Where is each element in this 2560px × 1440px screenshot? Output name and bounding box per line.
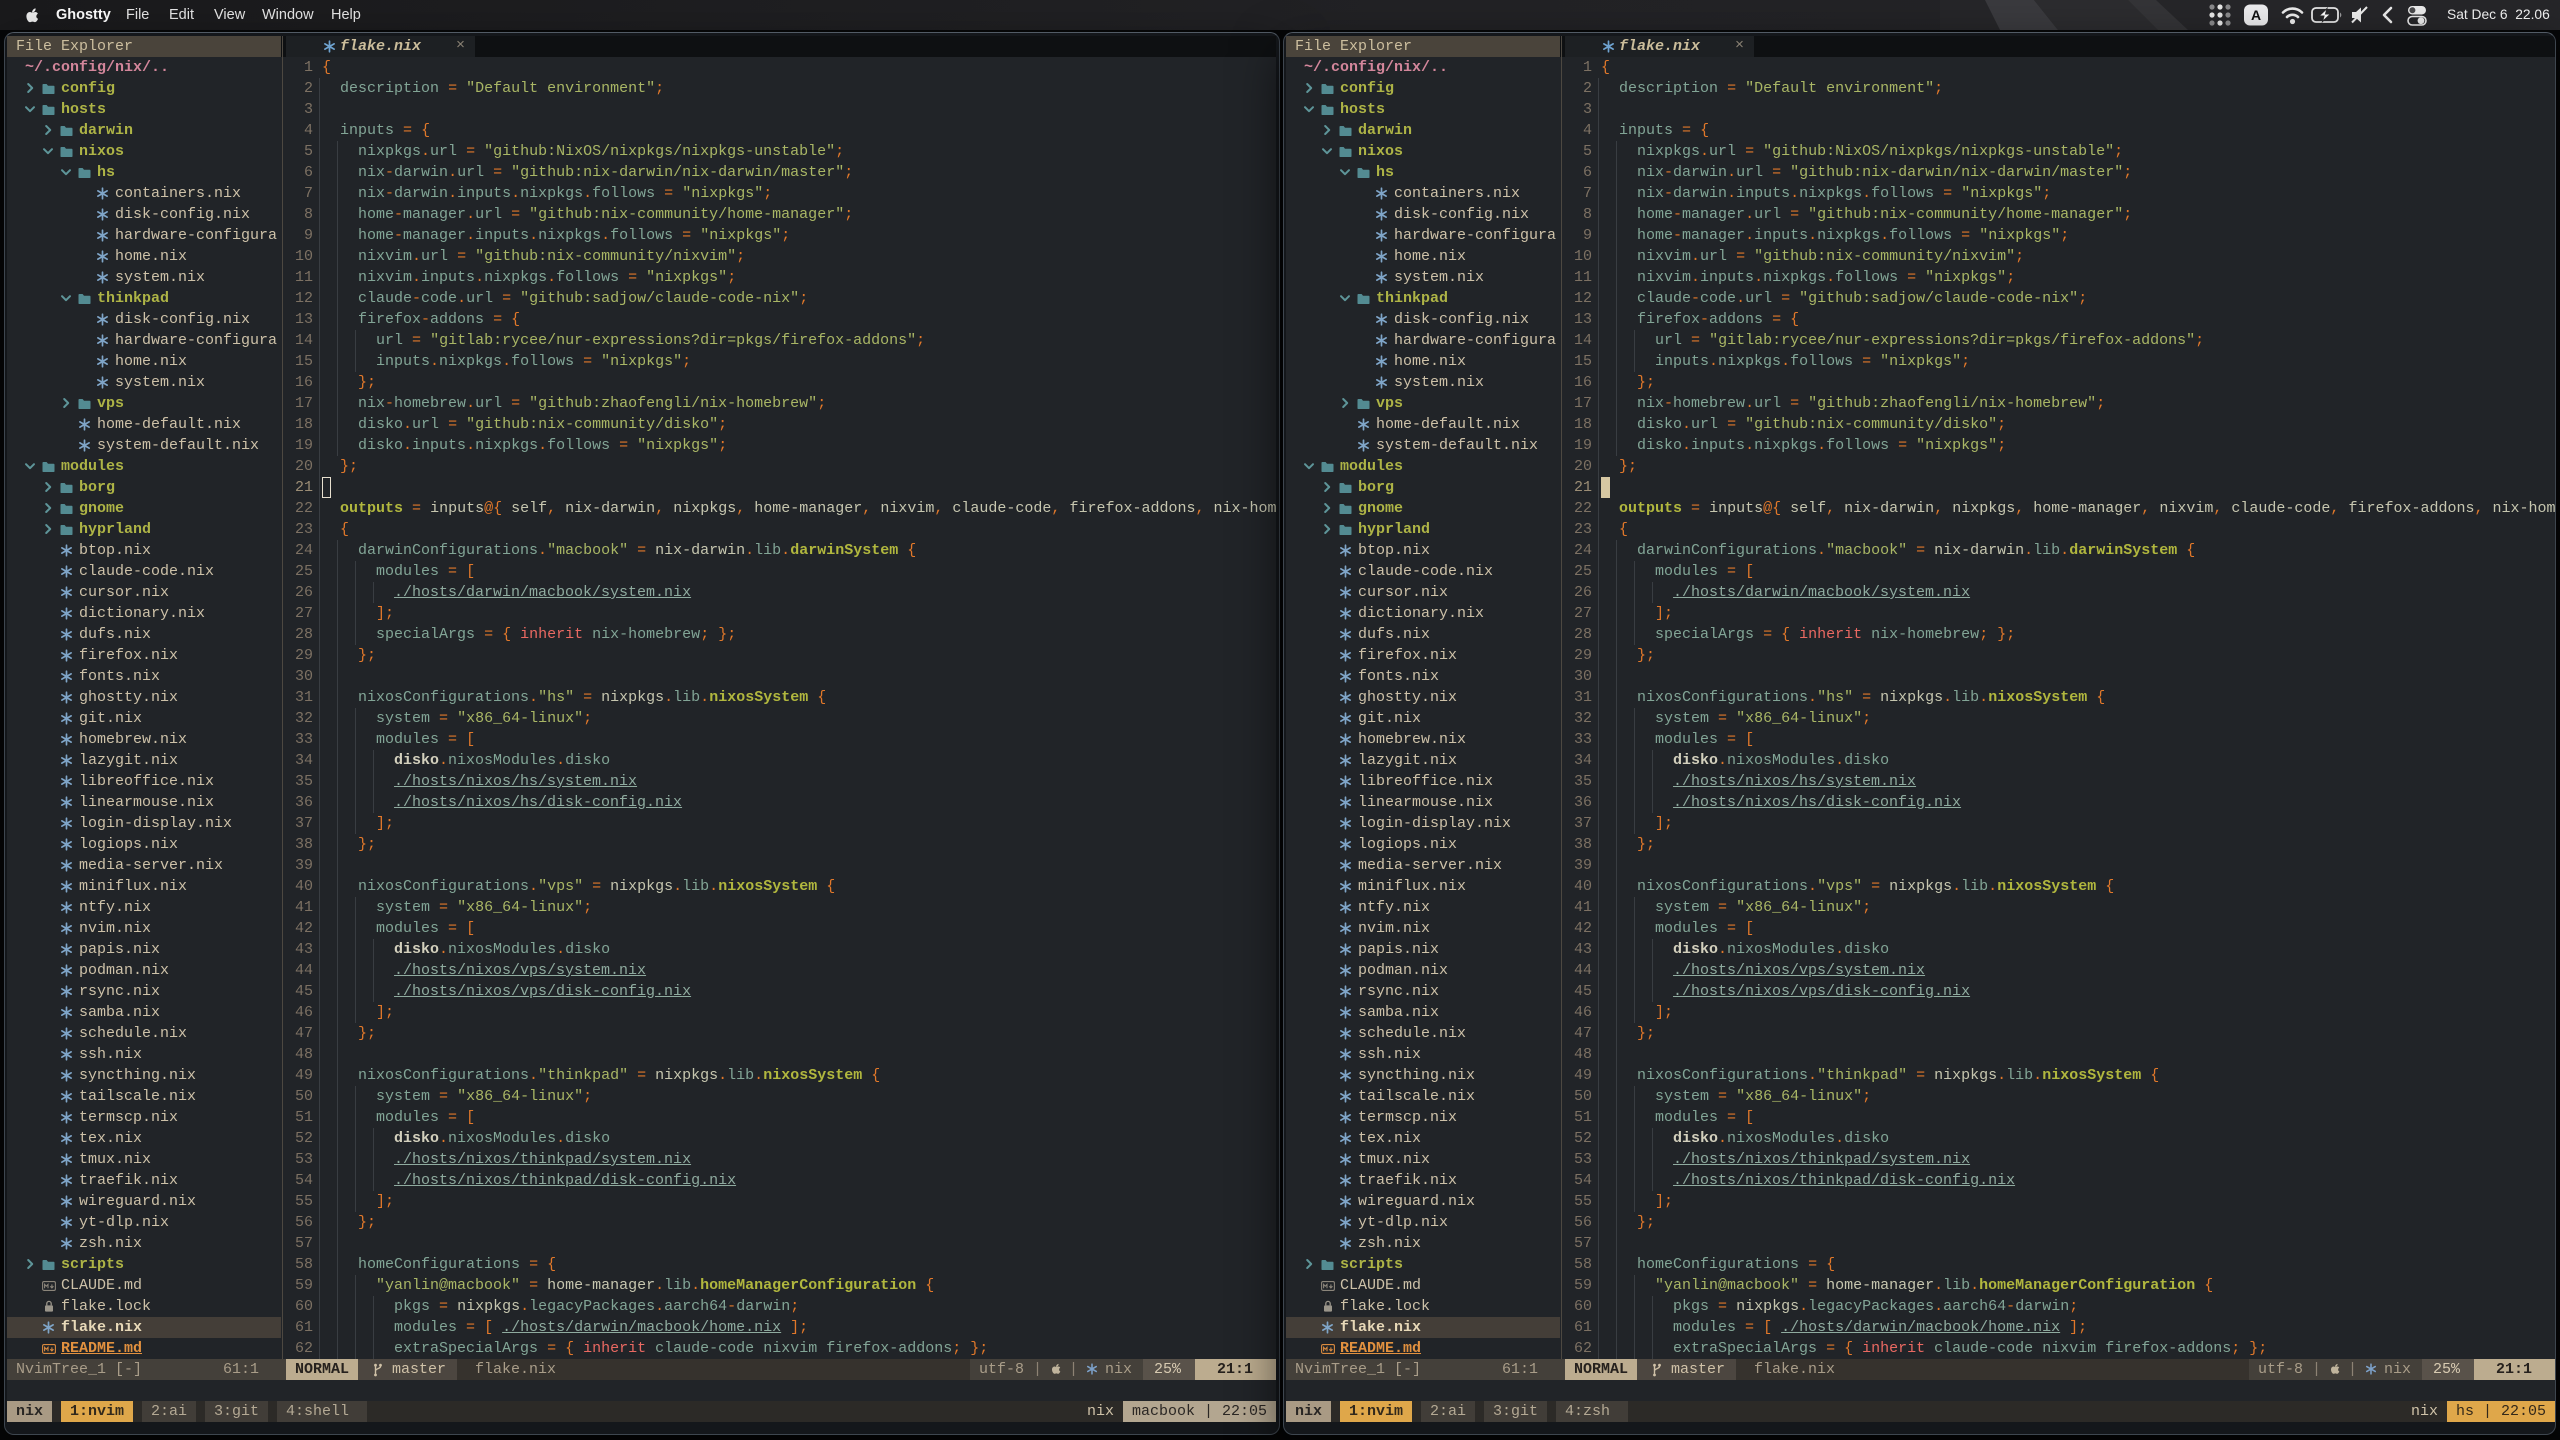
svg-text:A: A [2251,7,2261,23]
